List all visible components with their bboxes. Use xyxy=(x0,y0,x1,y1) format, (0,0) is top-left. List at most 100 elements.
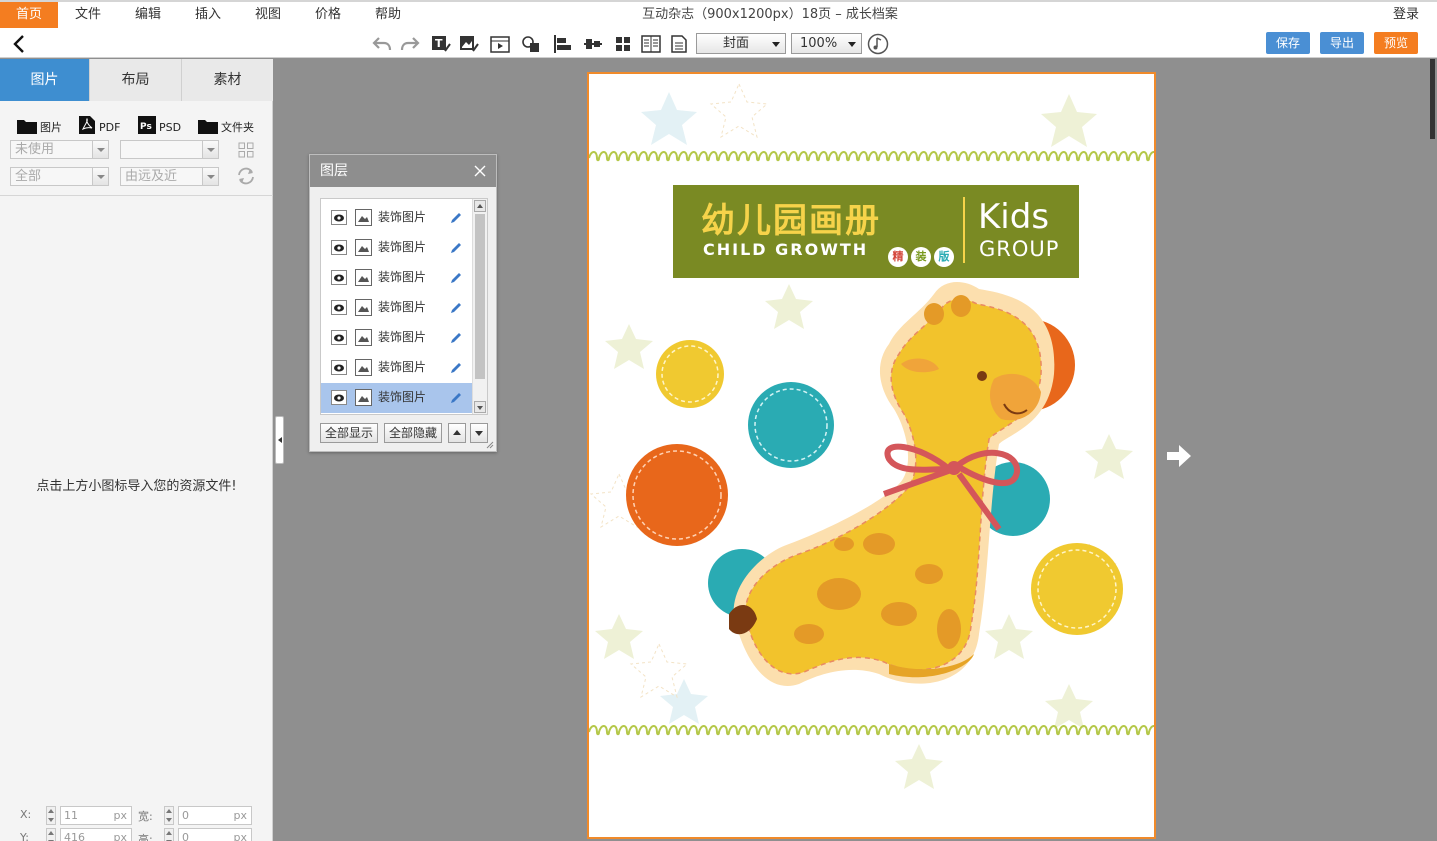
import-psd-button[interactable]: Ps PSD xyxy=(137,113,181,135)
pencil-icon[interactable] xyxy=(449,271,463,285)
badge-2: 装 xyxy=(911,247,931,267)
title-banner: 幼儿园画册 CHILD GROWTH 精 装 版 Kids GROUP xyxy=(673,185,1079,278)
pencil-icon[interactable] xyxy=(449,331,463,345)
y-stepper[interactable] xyxy=(46,828,56,841)
eye-icon[interactable] xyxy=(331,330,347,345)
import-folder-button[interactable]: 文件夹 xyxy=(197,113,254,135)
height-input[interactable]: 0 px xyxy=(178,828,252,841)
layer-name: 装饰图片 xyxy=(378,330,427,344)
login-link[interactable]: 登录 xyxy=(1393,2,1419,28)
music-icon[interactable] xyxy=(867,33,889,55)
tab-images[interactable]: 图片 xyxy=(0,59,90,101)
pencil-icon[interactable] xyxy=(449,361,463,375)
move-layer-up-button[interactable] xyxy=(448,423,466,443)
menu-insert[interactable]: 插入 xyxy=(184,2,232,28)
import-pdf-button[interactable]: PDF xyxy=(77,113,120,135)
pencil-icon[interactable] xyxy=(449,241,463,255)
scroll-up-icon[interactable] xyxy=(474,200,486,212)
layers-scrollbar[interactable] xyxy=(472,199,487,414)
eye-icon[interactable] xyxy=(331,390,347,405)
layer-row[interactable]: 装饰图片 xyxy=(321,323,473,353)
layer-row[interactable]: 装饰图片 xyxy=(321,203,473,233)
preview-button[interactable]: 预览 xyxy=(1374,32,1418,54)
layer-row[interactable]: 装饰图片 xyxy=(321,353,473,383)
collapse-panel-handle[interactable] xyxy=(275,416,284,464)
menu-help[interactable]: 帮助 xyxy=(364,2,412,28)
menu-price[interactable]: 价格 xyxy=(304,2,352,28)
sort-filter-select[interactable]: 由远及近 xyxy=(120,167,219,186)
export-button[interactable]: 导出 xyxy=(1320,32,1364,54)
scroll-thumb[interactable] xyxy=(475,214,485,379)
tab-layout[interactable]: 布局 xyxy=(90,59,182,101)
width-input[interactable]: 0 px xyxy=(178,806,252,825)
eye-icon[interactable] xyxy=(331,210,347,225)
eye-icon[interactable] xyxy=(331,240,347,255)
eye-icon[interactable] xyxy=(331,300,347,315)
x-input[interactable]: 11 px xyxy=(60,806,132,825)
back-icon[interactable] xyxy=(8,33,30,55)
layer-row[interactable]: 装饰图片 xyxy=(321,233,473,263)
menu-edit[interactable]: 编辑 xyxy=(124,2,172,28)
layer-row[interactable]: 装饰图片 xyxy=(321,383,473,413)
pdf-icon xyxy=(79,116,95,134)
layers-panel-header[interactable]: 图层 xyxy=(310,155,496,187)
y-unit: px xyxy=(113,831,128,841)
next-page-arrow-icon[interactable] xyxy=(1165,443,1193,469)
zoom-select[interactable]: 100% xyxy=(791,33,862,54)
eye-icon[interactable] xyxy=(331,360,347,375)
distribute-icon[interactable] xyxy=(582,33,604,55)
layer-row[interactable]: 装饰图片 xyxy=(321,263,473,293)
pencil-icon[interactable] xyxy=(449,391,463,405)
zoom-select-value: 100% xyxy=(800,36,838,51)
refresh-icon[interactable] xyxy=(235,166,257,190)
two-page-icon[interactable] xyxy=(640,33,662,55)
layer-name: 装饰图片 xyxy=(378,360,427,374)
svg-text:T: T xyxy=(435,37,443,50)
grid-view-icon[interactable] xyxy=(612,33,634,55)
category-filter-select[interactable] xyxy=(120,140,219,159)
hide-all-button[interactable]: 全部隐藏 xyxy=(384,423,442,443)
usage-filter-select[interactable]: 未使用 xyxy=(10,140,109,159)
eye-icon[interactable] xyxy=(331,270,347,285)
menu-view[interactable]: 视图 xyxy=(244,2,292,28)
page-select[interactable]: 封面 xyxy=(696,33,786,54)
document-title: 互动杂志（900x1200px）18页 – 成长档案 xyxy=(642,7,898,22)
import-row: 图片 PDF Ps PSD 文件夹 xyxy=(0,109,273,137)
show-all-button[interactable]: 全部显示 xyxy=(320,423,378,443)
menu-home[interactable]: 首页 xyxy=(0,2,58,28)
redo-icon[interactable] xyxy=(399,33,421,55)
magazine-page[interactable]: 幼儿园画册 CHILD GROWTH 精 装 版 Kids GROUP xyxy=(587,72,1156,839)
save-button[interactable]: 保存 xyxy=(1266,32,1310,54)
chevron-down-icon xyxy=(772,42,780,47)
y-value: 416 xyxy=(64,831,85,841)
layer-name: 装饰图片 xyxy=(378,390,427,404)
close-icon[interactable] xyxy=(474,165,486,177)
align-left-icon[interactable] xyxy=(552,33,574,55)
tab-materials[interactable]: 素材 xyxy=(182,59,273,101)
scope-filter-select[interactable]: 全部 xyxy=(10,167,109,186)
text-edit-icon[interactable]: T xyxy=(430,33,452,55)
menu-file[interactable]: 文件 xyxy=(64,2,112,28)
chevron-down-icon xyxy=(202,141,218,158)
layer-row[interactable]: 装饰图片 xyxy=(321,293,473,323)
pencil-icon[interactable] xyxy=(449,211,463,225)
scroll-down-icon[interactable] xyxy=(474,401,486,413)
pencil-icon[interactable] xyxy=(449,301,463,315)
single-page-icon[interactable] xyxy=(668,33,690,55)
width-stepper[interactable] xyxy=(164,806,174,825)
image-edit-icon[interactable] xyxy=(458,33,480,55)
height-stepper[interactable] xyxy=(164,828,174,841)
shape-icon[interactable] xyxy=(520,33,542,55)
import-image-button[interactable]: 图片 xyxy=(16,113,62,135)
resize-grip-icon[interactable] xyxy=(486,441,494,449)
undo-icon[interactable] xyxy=(371,33,393,55)
page-scrollbar[interactable] xyxy=(1428,59,1437,841)
y-input[interactable]: 416 px xyxy=(60,828,132,841)
x-stepper[interactable] xyxy=(46,806,56,825)
title-group: GROUP xyxy=(979,237,1060,261)
grid-toggle-icon[interactable] xyxy=(238,142,254,162)
video-icon[interactable] xyxy=(489,33,511,55)
move-layer-down-button[interactable] xyxy=(470,423,488,443)
height-unit: px xyxy=(233,831,248,841)
scroll-thumb[interactable] xyxy=(1430,59,1435,139)
